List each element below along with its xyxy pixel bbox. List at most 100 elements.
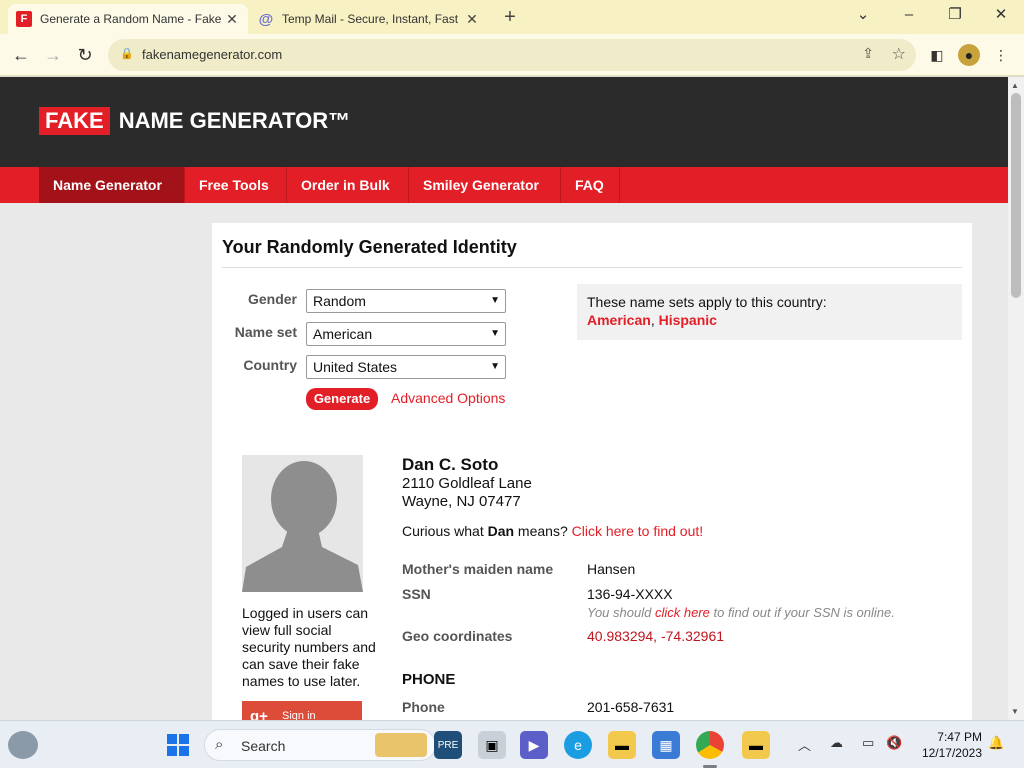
tab-close-icon[interactable]: ✕: [464, 11, 480, 28]
page-title: Your Randomly Generated Identity: [222, 237, 517, 257]
tab-close-icon[interactable]: ✕: [224, 11, 240, 28]
url-text[interactable]: fakenamegenerator.com: [142, 47, 282, 62]
identity-card: Your Randomly Generated Identity Gender …: [212, 223, 972, 720]
nav-faq[interactable]: FAQ: [561, 167, 620, 203]
close-window-button[interactable]: ✕: [986, 4, 1016, 26]
taskbar: ⌕ Search PRE ▣ ▶ e ▬ ▦ ▬ ︿ ☁ ▭ 🔇 7:47 PM…: [0, 720, 1024, 768]
name-sets-info: These name sets apply to this country: A…: [577, 284, 962, 340]
nav-smiley-generator[interactable]: Smiley Generator: [409, 167, 561, 203]
microsoft-store-icon[interactable]: ▦: [652, 731, 680, 759]
back-arrow-icon[interactable]: ←: [8, 42, 34, 68]
file-explorer-icon[interactable]: ▬: [608, 731, 636, 759]
volume-muted-icon[interactable]: 🔇: [886, 735, 902, 751]
phone-section-heading: PHONE: [402, 671, 456, 688]
maximize-button[interactable]: ❐: [940, 4, 970, 26]
weather-icon[interactable]: [8, 731, 38, 759]
geo-label: Geo coordinates: [402, 628, 513, 644]
chrome-browser-icon[interactable]: [696, 731, 724, 759]
taskbar-search-input[interactable]: ⌕ Search: [204, 729, 436, 761]
scroll-down-arrow-icon[interactable]: ▼: [1011, 707, 1019, 716]
search-placeholder: Search: [241, 738, 286, 754]
ssn-check-link[interactable]: click here: [655, 605, 710, 620]
bookmark-star-icon[interactable]: ☆: [892, 44, 906, 64]
country-label: Country: [243, 357, 297, 373]
fakename-favicon-icon: F: [16, 11, 32, 27]
onedrive-icon[interactable]: ☁: [830, 735, 843, 751]
login-note: Logged in users can view full social sec…: [242, 605, 376, 689]
logo-fake-badge: FAKE: [39, 107, 110, 135]
search-icon: ⌕: [215, 736, 224, 753]
maiden-name-label: Mother's maiden name: [402, 561, 554, 577]
chevron-down-icon: ▼: [490, 361, 500, 372]
site-navbar: Name Generator Free Tools Order in Bulk …: [0, 167, 1008, 203]
windows-start-icon[interactable]: [164, 731, 192, 759]
folder-network-icon[interactable]: ▬: [742, 731, 770, 759]
forward-arrow-icon[interactable]: →: [40, 42, 66, 68]
nav-order-in-bulk[interactable]: Order in Bulk: [287, 167, 409, 203]
name-meaning-link[interactable]: Click here to find out!: [572, 523, 704, 539]
name-set-american-link[interactable]: American: [587, 312, 651, 328]
scrollbar-thumb[interactable]: [1011, 93, 1021, 298]
person-silhouette-icon: [242, 455, 363, 592]
browser-toolbar: ← → ↻ 🔒 fakenamegenerator.com ⇪ ☆ ◧ ● ⋮: [0, 34, 1024, 76]
identity-details: Dan C. Soto 2110 Goldleaf Lane Wayne, NJ…: [402, 455, 962, 715]
search-highlight-icon: [375, 733, 427, 757]
name-meaning-prompt: Curious what Dan means? Click here to fi…: [402, 523, 703, 539]
tab-fake-name-generator[interactable]: F Generate a Random Name - Fake ✕: [8, 4, 248, 34]
photos-app-icon[interactable]: PRE: [434, 731, 462, 759]
nameset-label: Name set: [234, 324, 297, 340]
reload-icon[interactable]: ↻: [72, 42, 98, 68]
advanced-options-link[interactable]: Advanced Options: [391, 390, 505, 406]
phone-label: Phone: [402, 699, 445, 715]
signin-label: Sign in: [282, 710, 316, 720]
clock-time: 7:47 PM: [937, 730, 982, 744]
profile-avatar-icon[interactable]: ●: [958, 44, 980, 66]
phone-value: 201-658-7631: [587, 699, 675, 715]
maiden-name-value: Hansen: [587, 561, 636, 577]
gender-select-value: Random: [313, 293, 366, 309]
tab-temp-mail[interactable]: @ Temp Mail - Secure, Instant, Fast ✕: [250, 4, 488, 34]
nameset-select[interactable]: American ▼: [306, 322, 506, 346]
name-set-separator: ,: [650, 312, 659, 328]
taskbar-clock[interactable]: 7:47 PM 12/17/2023: [912, 729, 982, 761]
country-select-value: United States: [313, 359, 398, 375]
generate-button[interactable]: Generate: [306, 388, 378, 410]
tab-title: Generate a Random Name - Fake: [40, 12, 222, 26]
minimize-button[interactable]: –: [894, 4, 924, 26]
info-text: These name sets apply to this country:: [587, 294, 827, 310]
person-name: Dan C. Soto: [402, 455, 499, 474]
edge-browser-icon[interactable]: e: [564, 731, 592, 759]
page-scrollbar[interactable]: ▲ ▼: [1008, 77, 1024, 720]
tempmail-favicon-icon: @: [258, 10, 274, 28]
address-bar[interactable]: 🔒 fakenamegenerator.com ⇪ ☆: [108, 39, 916, 71]
name-set-hispanic-link[interactable]: Hispanic: [659, 312, 717, 328]
ssn-value: 136-94-XXXX: [587, 586, 673, 602]
browser-tabstrip: F Generate a Random Name - Fake ✕ @ Temp…: [0, 0, 1024, 34]
avatar: [242, 455, 363, 592]
address-line-2: Wayne, NJ 07477: [402, 493, 521, 510]
display-icon[interactable]: ▭: [862, 735, 874, 751]
chevron-down-icon: ▼: [490, 295, 500, 306]
chevron-down-icon: ▼: [490, 328, 500, 339]
nav-name-generator[interactable]: Name Generator: [39, 167, 185, 203]
new-tab-button[interactable]: +: [498, 6, 522, 28]
tray-overflow-chevron-icon[interactable]: ︿: [798, 735, 811, 754]
name-set-links: American, Hispanic: [587, 312, 952, 328]
geo-coordinates-link[interactable]: 40.983294, -74.32961: [587, 628, 724, 644]
google-signin-button[interactable]: g+ Sign in: [242, 701, 362, 720]
tab-search-chevron-icon[interactable]: ⌄: [848, 4, 878, 26]
lock-icon[interactable]: 🔒: [120, 47, 134, 61]
nav-free-tools[interactable]: Free Tools: [185, 167, 287, 203]
notification-bell-icon[interactable]: 🔔: [988, 735, 1004, 751]
side-panel-icon[interactable]: ◧: [926, 44, 948, 66]
page-viewport: FAKE NAME GENERATOR™ Name Generator Free…: [0, 77, 1008, 720]
site-logo[interactable]: FAKE NAME GENERATOR™: [39, 107, 350, 135]
curious-mid: means?: [514, 523, 572, 539]
gender-select[interactable]: Random ▼: [306, 289, 506, 313]
share-icon[interactable]: ⇪: [862, 45, 874, 62]
teams-chat-icon[interactable]: ▶: [520, 731, 548, 759]
country-select[interactable]: United States ▼: [306, 355, 506, 379]
more-menu-icon[interactable]: ⋮: [990, 44, 1012, 66]
scroll-up-arrow-icon[interactable]: ▲: [1011, 81, 1019, 90]
task-view-icon[interactable]: ▣: [478, 731, 506, 759]
